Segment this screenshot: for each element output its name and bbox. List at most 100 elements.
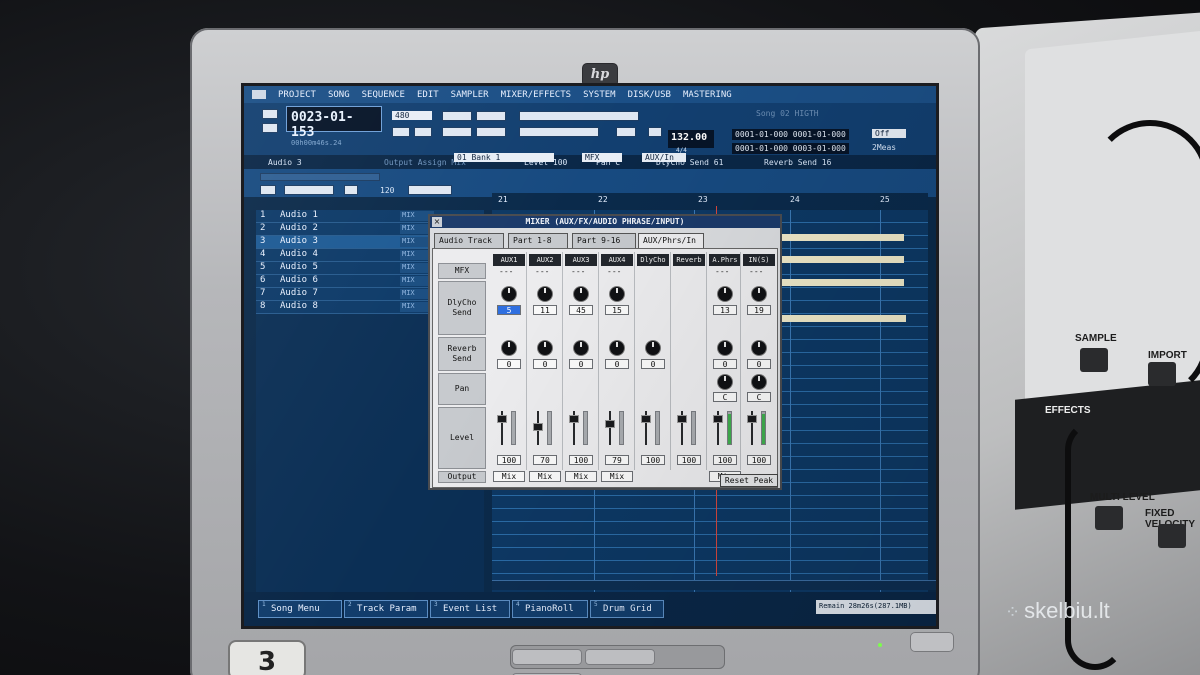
reverb-send-knob[interactable] <box>718 341 732 355</box>
reverb-send-knob[interactable] <box>574 341 588 355</box>
prev-marker-button[interactable] <box>442 127 472 137</box>
play-stop-buttons[interactable] <box>519 127 599 137</box>
mfx-value[interactable]: --- <box>535 267 549 276</box>
menu-edit[interactable]: EDIT <box>411 90 445 100</box>
tab-part-1-8[interactable]: Part 1-8 <box>508 233 568 248</box>
camera-icon[interactable] <box>262 123 278 133</box>
reverb-send-knob[interactable] <box>502 341 516 355</box>
loop-off-toggle[interactable]: Off <box>872 129 906 138</box>
power-button[interactable] <box>910 632 954 652</box>
audio-phrase[interactable] <box>782 315 906 322</box>
tab-event-list[interactable]: 3 Event List <box>430 600 510 618</box>
pan-knob[interactable] <box>718 375 732 389</box>
reverb-send-value[interactable]: 0 <box>533 359 557 369</box>
menu-song[interactable]: SONG <box>322 90 356 100</box>
dlycho-send-value[interactable]: 13 <box>713 305 737 315</box>
output-select[interactable]: Mix <box>529 471 561 482</box>
reverb-send-value[interactable]: 0 <box>641 359 665 369</box>
menu-mastering[interactable]: MASTERING <box>677 90 738 100</box>
level-fader[interactable] <box>747 415 757 423</box>
locator-b[interactable]: 0001-01-000 0003-01-000 <box>732 143 849 154</box>
level-fader[interactable] <box>641 415 651 423</box>
monitor-control-buttons[interactable] <box>510 645 725 675</box>
dlycho-send-value[interactable]: 19 <box>747 305 771 315</box>
level-fader[interactable] <box>713 415 723 423</box>
level-value[interactable]: 100 <box>747 455 771 465</box>
level-value[interactable]: 100 <box>677 455 701 465</box>
dlycho-send-knob[interactable] <box>610 287 624 301</box>
snap-icon[interactable] <box>344 185 358 195</box>
level-value[interactable]: 79 <box>605 455 629 465</box>
resolution-display[interactable]: 480 <box>392 111 432 120</box>
locator-a[interactable]: 0001-01-000 0001-01-000 <box>732 129 849 140</box>
mfx-value[interactable]: --- <box>715 267 729 276</box>
rewind-bar-button[interactable] <box>442 111 472 121</box>
level-fader[interactable] <box>533 423 543 431</box>
monitor-button[interactable] <box>512 649 582 665</box>
level-value[interactable]: 100 <box>641 455 665 465</box>
mfx-value[interactable]: --- <box>749 267 763 276</box>
mfx-value[interactable]: --- <box>607 267 621 276</box>
reverb-send-value[interactable]: 0 <box>747 359 771 369</box>
horizontal-scrollbar[interactable] <box>492 580 936 590</box>
level-fader[interactable] <box>605 420 615 428</box>
tab-part-9-16[interactable]: Part 9-16 <box>572 233 636 248</box>
level-fader[interactable] <box>677 415 687 423</box>
menu-sequence[interactable]: SEQUENCE <box>356 90 411 100</box>
aux-in-button[interactable]: AUX/In <box>642 153 686 162</box>
reset-peak-button[interactable]: Reset Peak <box>720 474 778 487</box>
dlycho-send-value[interactable]: 15 <box>605 305 629 315</box>
menu-sampler[interactable]: SAMPLER <box>445 90 495 100</box>
mfx-value[interactable]: --- <box>571 267 585 276</box>
tab-track-param[interactable]: 2 Track Param <box>344 600 428 618</box>
menu-disk-usb[interactable]: DISK/USB <box>622 90 677 100</box>
record-button[interactable] <box>616 127 636 137</box>
snap-value[interactable]: 120 <box>380 186 394 195</box>
measure-length[interactable]: 2Meas <box>872 143 896 152</box>
audio-phrase[interactable] <box>774 279 904 286</box>
record-mode-button[interactable] <box>262 109 278 119</box>
level-value[interactable]: 100 <box>713 455 737 465</box>
dlycho-send-knob[interactable] <box>752 287 766 301</box>
menu-system[interactable]: SYSTEM <box>577 90 622 100</box>
reverb-send-knob[interactable] <box>752 341 766 355</box>
pointer-tools[interactable] <box>408 185 452 195</box>
mfx-button[interactable]: MFX <box>582 153 622 162</box>
reverb-send-knob[interactable] <box>538 341 552 355</box>
dlycho-send-knob[interactable] <box>502 287 516 301</box>
output-select[interactable]: Mix <box>493 471 525 482</box>
reverb-send-knob[interactable] <box>610 341 624 355</box>
fixed-velocity-button[interactable] <box>1158 524 1186 548</box>
track-tools[interactable] <box>260 173 380 181</box>
dlycho-send-value[interactable]: 45 <box>569 305 593 315</box>
monitor-button[interactable] <box>585 649 655 665</box>
next-marker-button[interactable] <box>476 127 506 137</box>
menu-mixer-effects[interactable]: MIXER/EFFECTS <box>495 90 577 100</box>
close-icon[interactable]: × <box>432 217 442 227</box>
dlycho-send-value[interactable]: 5 <box>497 305 521 315</box>
forward-bar-button[interactable] <box>476 111 506 121</box>
tab-audio-track[interactable]: Audio Track <box>434 233 504 248</box>
pan-value[interactable]: C <box>747 392 771 402</box>
menu-project[interactable]: PROJECT <box>272 90 322 100</box>
dlycho-send-knob[interactable] <box>538 287 552 301</box>
level-value[interactable]: 70 <box>533 455 557 465</box>
tab-song-menu[interactable]: 1 Song Menu <box>258 600 342 618</box>
pan-value[interactable]: C <box>713 392 737 402</box>
system-menu-icon[interactable] <box>252 90 266 99</box>
metronome-icon[interactable] <box>392 127 410 137</box>
audio-phrase[interactable] <box>774 256 904 263</box>
dlycho-send-knob[interactable] <box>718 287 732 301</box>
level-value[interactable]: 100 <box>497 455 521 465</box>
level-fader[interactable] <box>497 415 507 423</box>
mfx-value[interactable]: --- <box>499 267 513 276</box>
tab-piano-roll[interactable]: 4 PianoRoll <box>512 600 588 618</box>
reverb-send-value[interactable]: 0 <box>569 359 593 369</box>
level-fader[interactable] <box>569 415 579 423</box>
output-select[interactable]: Mix <box>565 471 597 482</box>
bank-select[interactable]: 01 Bank 1 <box>454 153 554 162</box>
grid-icon[interactable] <box>260 185 276 195</box>
timeline-ruler[interactable]: 21 22 23 24 25 <box>492 193 928 209</box>
reverb-send-value[interactable]: 0 <box>713 359 737 369</box>
dlycho-send-value[interactable]: 11 <box>533 305 557 315</box>
